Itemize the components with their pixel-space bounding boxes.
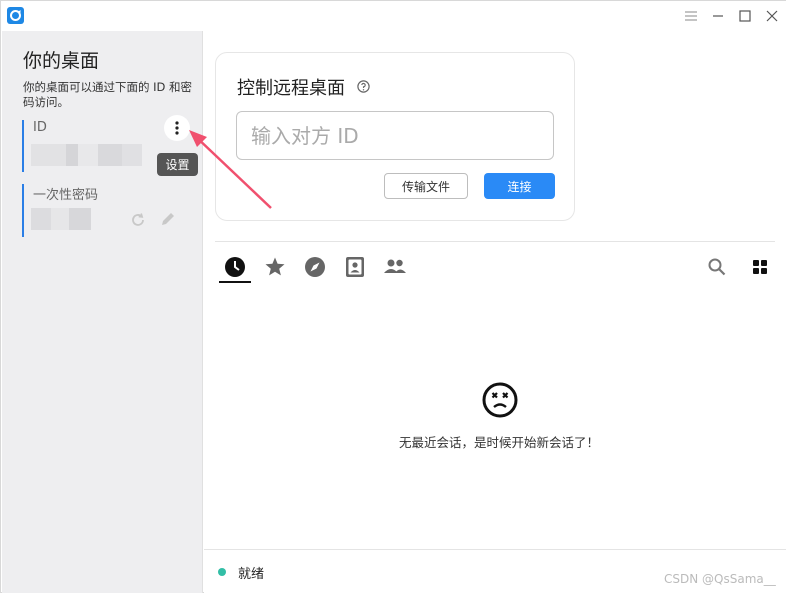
- tab-recent-sessions[interactable]: [218, 252, 252, 282]
- status-text: 就绪: [238, 567, 265, 582]
- settings-tooltip: 设置: [157, 153, 198, 176]
- transfer-file-button[interactable]: 传输文件: [384, 173, 468, 199]
- id-label: ID: [33, 120, 47, 135]
- connect-title: 控制远程桌面: [237, 78, 345, 99]
- id-value-masked: [31, 144, 142, 166]
- password-block: 一次性密码: [22, 184, 197, 237]
- status-indicator: [218, 568, 226, 576]
- empty-sessions-text: 无最近会话，是时候开始新会话了！: [398, 435, 599, 450]
- sidebar-title: 你的桌面: [23, 50, 100, 72]
- refresh-icon[interactable]: [129, 211, 147, 229]
- app-logo-icon: [7, 7, 24, 24]
- id-menu-button[interactable]: [164, 115, 190, 141]
- connect-card: 控制远程桌面 传输文件 连接: [215, 52, 575, 221]
- app-window: 你的桌面 你的桌面可以通过下面的 ID 和密码访问。 ID 一次性密码 设置 控…: [0, 0, 786, 593]
- more-vertical-icon: [175, 121, 179, 135]
- favorites-icon: [265, 257, 285, 276]
- remote-id-input[interactable]: [236, 111, 554, 160]
- search-icon: [708, 258, 726, 276]
- group-icon: [384, 259, 406, 273]
- grid-view-button[interactable]: [743, 252, 777, 282]
- active-tab-indicator: [219, 281, 251, 283]
- sidebar: 你的桌面 你的桌面可以通过下面的 ID 和密码访问。 ID 一次性密码 设置: [2, 31, 203, 593]
- search-button[interactable]: [700, 252, 734, 282]
- grid-view-icon: [753, 260, 767, 274]
- main-panel: 控制远程桌面 传输文件 连接: [204, 31, 786, 593]
- maximize-icon[interactable]: [737, 8, 753, 24]
- tab-discovered[interactable]: [298, 252, 332, 282]
- recent-sessions-icon: [225, 257, 245, 277]
- sidebar-description: 你的桌面可以通过下面的 ID 和密码访问。: [23, 80, 193, 109]
- help-icon[interactable]: [357, 80, 370, 93]
- minimize-icon[interactable]: [710, 8, 726, 24]
- tab-group[interactable]: [378, 252, 412, 282]
- divider: [215, 241, 775, 242]
- title-bar: [1, 1, 786, 31]
- tab-favorites[interactable]: [258, 252, 292, 282]
- edit-icon[interactable]: [159, 210, 177, 228]
- address-book-icon: [346, 257, 364, 277]
- menu-icon[interactable]: [683, 8, 699, 24]
- watermark: CSDN @QsSama__: [664, 572, 776, 586]
- discovered-icon: [305, 257, 325, 277]
- tab-address-book[interactable]: [338, 252, 372, 282]
- password-value-masked: [31, 208, 91, 230]
- connect-button[interactable]: 连接: [484, 173, 555, 199]
- password-label: 一次性密码: [33, 188, 99, 203]
- sad-face-icon: [482, 382, 518, 418]
- close-icon[interactable]: [764, 8, 780, 24]
- status-divider: [204, 549, 786, 550]
